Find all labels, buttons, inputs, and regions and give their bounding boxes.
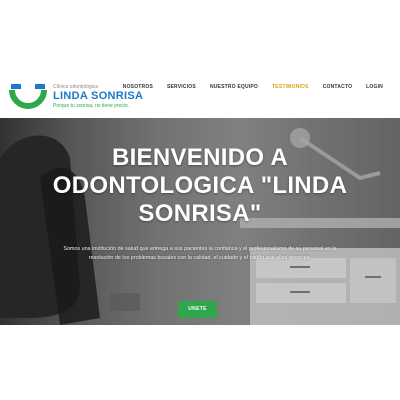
nav-item-nuestro-equipo[interactable]: NUESTRO EQUIPO xyxy=(203,84,265,90)
brand-slogan: Porque tu sonrisa, no tiene precio. xyxy=(53,103,130,109)
hero-description: Somos una institución de salud que entre… xyxy=(63,246,337,261)
nav-item-login[interactable]: LOGIN xyxy=(359,84,390,90)
join-button[interactable]: UNETE xyxy=(178,301,217,318)
site-header: Clínica odontológica LINDA SONRISA Porqu… xyxy=(0,72,400,118)
nav-item-servicios[interactable]: SERVICIOS xyxy=(160,84,203,90)
brand-name[interactable]: LINDA SONRISA xyxy=(53,90,143,102)
nav-item-nosotros[interactable]: NOSOTROS xyxy=(116,84,160,90)
nav-item-contacto[interactable]: CONTACTO xyxy=(316,84,359,90)
hero-banner: BIENVENIDO A ODONTOLOGICA "LINDA SONRISA… xyxy=(0,118,400,325)
main-nav: NOSOTROS SERVICIOS NUESTRO EQUIPO TESTIM… xyxy=(116,84,390,90)
nav-item-testimonios[interactable]: TESTIMONIOS xyxy=(265,84,316,90)
hero-title: BIENVENIDO A ODONTOLOGICA "LINDA SONRISA… xyxy=(52,144,348,227)
logo-icon[interactable] xyxy=(8,80,48,110)
